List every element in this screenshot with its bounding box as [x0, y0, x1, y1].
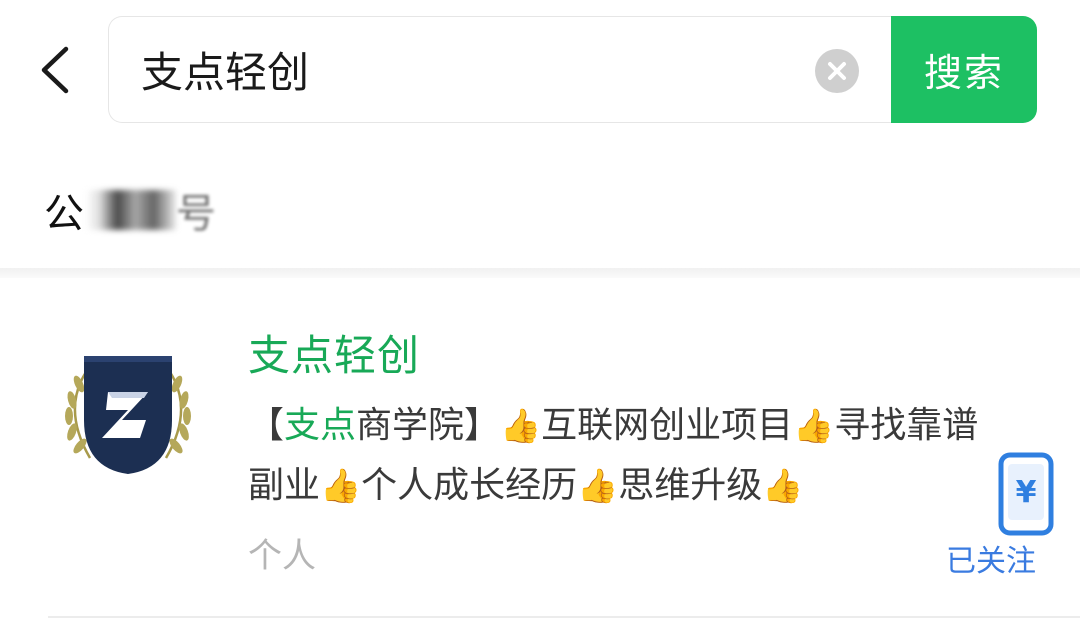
account-description: 【支点商学院】👍互联网创业项目👍寻找靠谱副业👍个人成长经历👍思维升级👍 — [248, 396, 1008, 516]
desc-item: 思维升级 — [618, 465, 763, 506]
thumbs-up-icon: 👍 — [793, 406, 835, 445]
account-type: 个人 — [248, 536, 316, 576]
thumbs-up-icon: 👍 — [500, 406, 542, 445]
search-button[interactable]: 搜索 — [891, 16, 1037, 123]
thumbs-up-icon: 👍 — [320, 466, 362, 505]
section-divider — [0, 268, 1080, 278]
follow-status[interactable]: 已关注 — [946, 536, 1036, 580]
thumbs-up-icon: 👍 — [762, 466, 804, 505]
redacted-text — [86, 190, 176, 230]
bottom-divider — [48, 616, 1080, 618]
desc-item: 个人成长经历 — [361, 465, 578, 506]
search-header: 搜索 — [0, 0, 1080, 140]
desc-prefix: 【 — [248, 405, 285, 446]
section-title-tail: 号 — [176, 191, 216, 237]
search-input[interactable] — [141, 17, 801, 122]
chevron-left-icon — [41, 46, 69, 94]
wallet-glyph: ¥ — [1016, 475, 1037, 510]
desc-item: 商学院】 — [356, 405, 501, 446]
search-results-page: 搜索 公 号 — [0, 0, 1080, 640]
account-result-item[interactable]: 支点轻创 【支点商学院】👍互联网创业项目👍寻找靠谱副业👍个人成长经历👍思维升级👍… — [0, 278, 1080, 618]
thumbs-up-icon: 👍 — [577, 466, 619, 505]
clear-search-button[interactable] — [815, 49, 859, 93]
laurel-shield-logo-icon — [65, 356, 191, 474]
account-name: 支点轻创 — [248, 331, 421, 380]
desc-highlight: 支点 — [284, 405, 357, 446]
section-title-visible: 公 — [44, 191, 84, 237]
phone-yuan-icon[interactable]: ¥ — [998, 452, 1054, 536]
desc-item: 互联网创业项目 — [541, 405, 794, 446]
close-icon — [828, 62, 846, 80]
search-box — [108, 16, 892, 123]
back-button[interactable] — [30, 40, 80, 100]
section-title-official-accounts: 公 号 — [44, 182, 216, 238]
